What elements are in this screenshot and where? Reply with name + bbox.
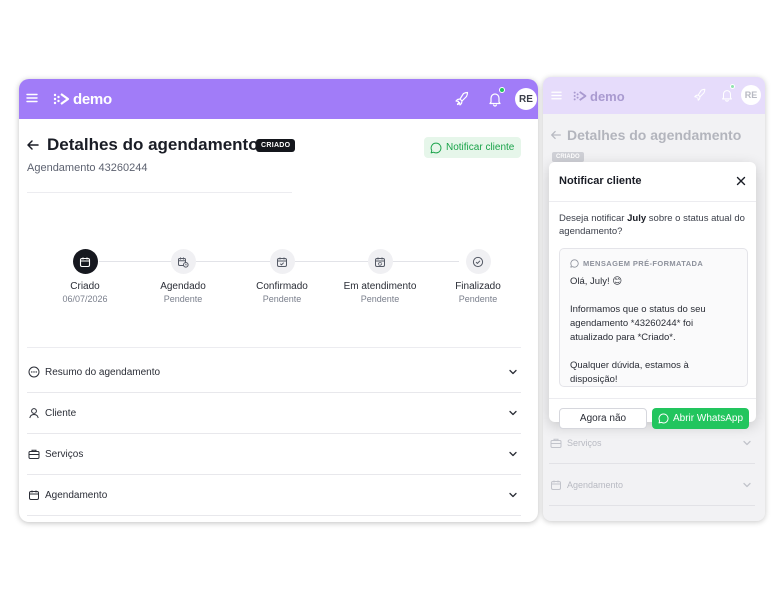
step-status: Pendente	[360, 294, 400, 304]
open-whatsapp-label: Abrir WhatsApp	[672, 413, 744, 424]
chevron-down-icon	[509, 451, 517, 457]
whatsapp-icon	[658, 413, 669, 424]
appointment-number: Agendamento 43260244	[27, 162, 148, 174]
accordion-resumo[interactable]: Resumo do agendamento	[27, 352, 521, 393]
step-circle	[465, 249, 491, 274]
accordion-agendamento[interactable]: Agendamento	[27, 475, 521, 516]
user-icon	[29, 408, 39, 419]
dots-circle-icon	[28, 366, 40, 378]
accordion-cliente[interactable]: Cliente	[27, 393, 521, 434]
rocket-icon	[694, 88, 706, 101]
brand-name: demo	[73, 90, 112, 108]
chevron-down-icon	[743, 440, 751, 445]
accordion-label: Agendamento	[45, 489, 108, 501]
divider	[27, 347, 521, 348]
briefcase-icon	[550, 438, 562, 448]
step-date: 06/07/2026	[62, 294, 108, 304]
back-arrow-icon[interactable]	[26, 138, 40, 152]
divider	[27, 192, 292, 193]
back-arrow-icon	[551, 130, 561, 140]
step-label: Finalizado	[455, 281, 501, 292]
bell-icon	[722, 90, 732, 102]
chevron-down-icon	[743, 482, 751, 487]
calendar-icon	[551, 480, 561, 490]
calendar-clock-icon	[178, 257, 189, 268]
notification-badge	[499, 87, 505, 93]
brand-logo[interactable]: demo	[53, 89, 112, 109]
calendar-icon	[29, 490, 39, 500]
modal-divider	[549, 201, 756, 202]
step-label: Criado	[70, 281, 100, 292]
brand-logo-dimmed: demo	[573, 86, 625, 106]
accordion-servicos[interactable]: Serviços	[27, 434, 521, 475]
chevron-down-icon	[509, 492, 517, 498]
step-circle	[367, 249, 393, 274]
message-body: Olá, July! 😊 Informamos que o status do …	[570, 275, 737, 387]
accordion-label: Agendamento	[567, 479, 624, 490]
accordion-label: Serviços	[567, 437, 602, 448]
step-criado: Criado 06/07/2026	[40, 249, 130, 304]
notification-badge	[730, 84, 735, 89]
notify-client-modal: Notificar cliente Deseja notificar July …	[549, 162, 756, 429]
menu-icon	[551, 91, 562, 100]
notify-client-button[interactable]: Notificar cliente	[424, 137, 521, 158]
step-circle	[170, 249, 196, 274]
not-now-button[interactable]: Agora não	[559, 408, 647, 429]
step-status: Pendente	[262, 294, 302, 304]
modal-question: Deseja notificar July sobre o status atu…	[559, 213, 745, 237]
logo-mark-icon	[53, 93, 70, 105]
status-badge: CRIADO	[256, 139, 296, 152]
user-avatar: RE	[741, 85, 761, 105]
check-circle-icon	[472, 256, 484, 267]
status-badge-dimmed: CRIADO	[552, 152, 584, 162]
chevron-down-icon	[509, 369, 517, 375]
message-line: Informamos que o status do seu agendamen…	[570, 304, 706, 343]
preformatted-message: MENSAGEM PRÉ-FORMATADA Olá, July! 😊 Info…	[559, 248, 748, 387]
chevron-down-icon	[509, 410, 517, 416]
step-circle	[269, 249, 295, 274]
accordion-agendamento-dimmed: Agendamento	[549, 464, 755, 506]
calendar-check-icon	[277, 257, 287, 267]
whatsapp-icon	[430, 142, 442, 153]
modal-divider	[549, 398, 756, 399]
step-agendado: Agendado Pendente	[138, 249, 228, 304]
chat-bubble-icon	[570, 259, 579, 268]
top-bar-dimmed: demo RE	[543, 77, 765, 114]
notify-client-label: Notificar cliente	[446, 142, 515, 153]
message-line: Qualquer dúvida, estamos à disposição!	[570, 360, 689, 385]
page-title-dimmed: Detalhes do agendamento	[567, 127, 742, 143]
open-whatsapp-button[interactable]: Abrir WhatsApp	[652, 408, 749, 429]
logo-mark-icon	[573, 91, 587, 101]
menu-icon[interactable]	[26, 92, 38, 104]
step-finalizado: Finalizado Pendente	[433, 249, 523, 304]
brand-name: demo	[590, 88, 625, 104]
step-status: Pendente	[458, 294, 498, 304]
step-confirmado: Confirmado Pendente	[237, 249, 327, 304]
briefcase-icon	[28, 449, 40, 459]
step-circle	[72, 249, 98, 274]
client-name: July	[627, 213, 647, 224]
notify-client-panel: demo RE Detalhes do agendamento CRIADO S…	[543, 77, 765, 521]
rocket-icon[interactable]	[454, 91, 470, 107]
bell-icon[interactable]	[487, 91, 503, 107]
modal-title: Notificar cliente	[559, 175, 642, 187]
calendar-icon	[79, 257, 91, 267]
accordion-label: Cliente	[45, 407, 77, 419]
message-line: Olá, July! 😊	[570, 276, 623, 287]
accordion-label: Serviços	[45, 448, 84, 460]
user-avatar[interactable]: RE	[515, 88, 537, 110]
page-title: Detalhes do agendamento	[47, 135, 259, 154]
step-label: Confirmado	[256, 281, 308, 292]
message-header: MENSAGEM PRÉ-FORMATADA	[570, 259, 737, 268]
appointment-details-panel: demo RE Detalhes do agendamento CRIADO N…	[19, 79, 538, 522]
step-em-atendimento: Em atendimento Pendente	[335, 249, 425, 304]
step-status: Pendente	[163, 294, 203, 304]
step-label: Em atendimento	[343, 281, 417, 292]
close-icon[interactable]	[736, 176, 746, 186]
top-bar: demo RE	[19, 79, 538, 119]
step-label: Agendado	[160, 281, 206, 292]
accordion-label: Resumo do agendamento	[45, 366, 161, 378]
calendar-sync-icon	[375, 257, 385, 267]
